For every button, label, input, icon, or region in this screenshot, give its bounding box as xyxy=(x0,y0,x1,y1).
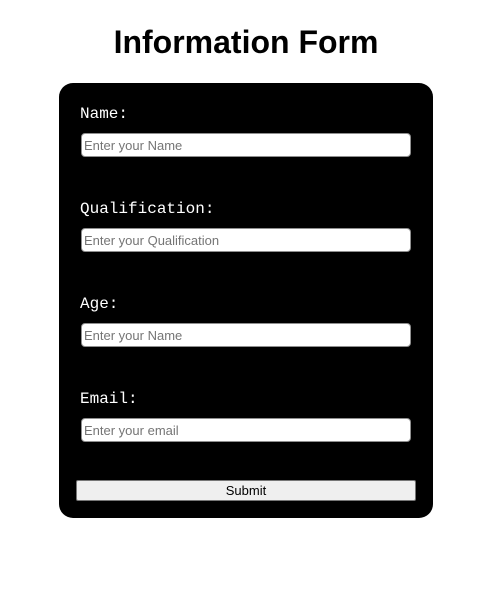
name-label: Name: xyxy=(80,105,129,123)
qualification-input[interactable] xyxy=(81,228,411,252)
name-input[interactable] xyxy=(81,133,411,157)
submit-button[interactable]: Submit xyxy=(76,480,416,501)
email-label: Email: xyxy=(80,390,138,408)
qualification-label: Qualification: xyxy=(80,200,215,218)
age-input[interactable] xyxy=(81,323,411,347)
information-form: Name: Qualification: Age: Email: Submit xyxy=(59,83,433,518)
age-label: Age: xyxy=(80,295,119,313)
page-title: Information Form xyxy=(113,24,379,60)
email-input[interactable] xyxy=(81,418,411,442)
